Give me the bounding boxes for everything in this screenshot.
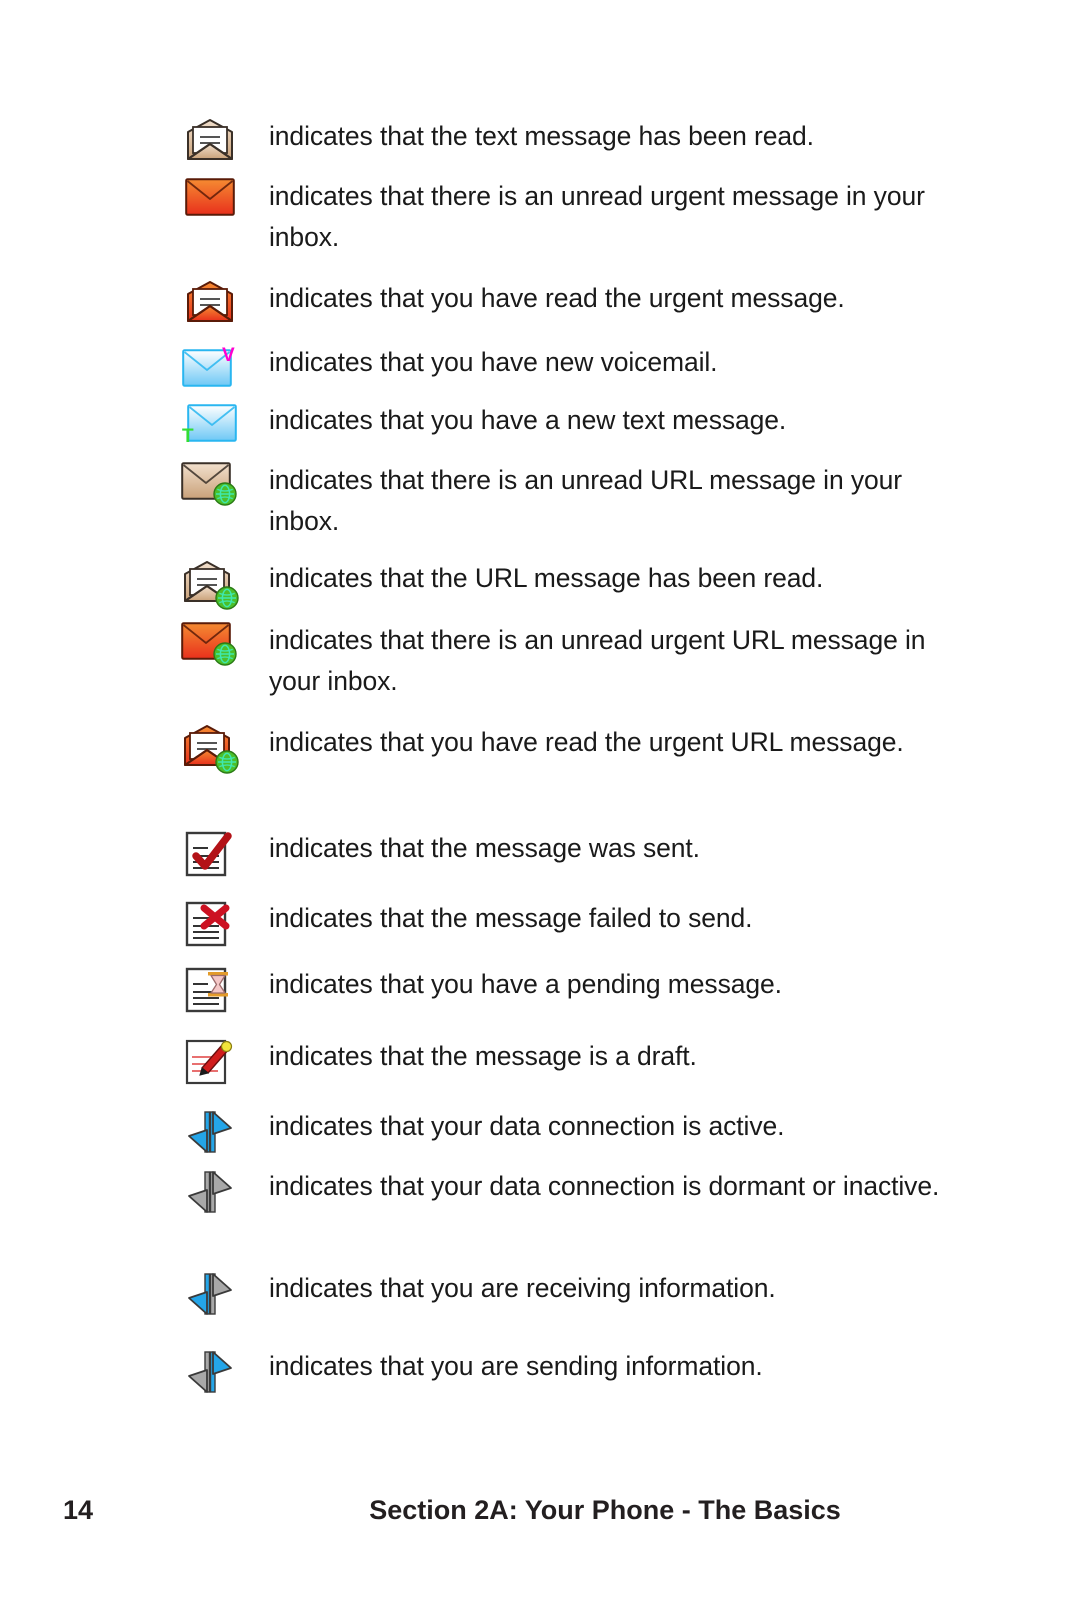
legend-row: Vindicates that you have new voicemail.: [0, 342, 1080, 388]
data-sending-icon: [155, 1346, 265, 1398]
data-connection-dormant-icon: [155, 1166, 265, 1218]
legend-row-description: indicates that you have read the urgent …: [269, 727, 904, 757]
legend-row: indicates that the text message has been…: [0, 116, 1080, 162]
legend-row-description: indicates that there is an unread URL me…: [269, 465, 903, 536]
legend-row: indicates that there is an unread urgent…: [0, 176, 1080, 258]
legend-row-description: indicates that the message failed to sen…: [269, 903, 753, 933]
legend-row: indicates that your data connection is a…: [0, 1106, 1080, 1158]
document-sent-check-icon: [155, 828, 265, 880]
legend-row-description: indicates that you have a pending messag…: [269, 969, 782, 999]
legend-row: indicates that you are receiving informa…: [0, 1268, 1080, 1320]
legend-row-description: indicates that the text message has been…: [269, 121, 814, 151]
legend-row-description: indicates that there is an unread urgent…: [269, 181, 925, 252]
data-receiving-icon: [155, 1268, 265, 1320]
legend-row-description: indicates that the message was sent.: [269, 833, 700, 863]
legend-row: indicates that the URL message has been …: [0, 558, 1080, 610]
svg-text:T: T: [182, 426, 194, 446]
envelope-open-read-icon: [155, 116, 265, 162]
legend-row-description: indicates that your data connection is a…: [269, 1111, 785, 1141]
envelope-open-url-read-icon: [155, 558, 265, 610]
legend-row: indicates that you are sending informati…: [0, 1346, 1080, 1398]
manual-page: indicates that the text message has been…: [0, 0, 1080, 1620]
legend-row-description: indicates that you have read the urgent …: [269, 283, 845, 313]
legend-row: Tindicates that you have a new text mess…: [0, 400, 1080, 446]
legend-row: indicates that you have a pending messag…: [0, 964, 1080, 1016]
page-footer: 14 Section 2A: Your Phone - The Basics: [0, 1480, 1080, 1540]
envelope-open-urgent-url-read-icon: [155, 722, 265, 774]
svg-text:V: V: [222, 345, 235, 366]
legend-row-description: indicates that you are receiving informa…: [269, 1273, 776, 1303]
legend-row: indicates that the message was sent.: [0, 828, 1080, 880]
legend-row-description: indicates that the message is a draft.: [269, 1041, 697, 1071]
envelope-voicemail-icon: V: [155, 342, 265, 388]
footer-section-title: Section 2A: Your Phone - The Basics: [369, 1494, 841, 1525]
legend-row: indicates that you have read the urgent …: [0, 278, 1080, 324]
envelope-open-urgent-read-icon: [155, 278, 265, 324]
document-draft-pencil-icon: [155, 1036, 265, 1088]
envelope-new-text-icon: T: [155, 400, 265, 446]
data-connection-active-icon: [155, 1106, 265, 1158]
legend-row: indicates that you have read the urgent …: [0, 722, 1080, 774]
legend-row: indicates that your data connection is d…: [0, 1166, 1080, 1218]
legend-row-description: indicates that you have new voicemail.: [269, 347, 718, 377]
legend-row-description: indicates that you are sending informati…: [269, 1351, 763, 1381]
envelope-closed-urgent-url-unread-icon: [155, 620, 265, 668]
document-failed-x-icon: [155, 898, 265, 950]
legend-row: indicates that the message failed to sen…: [0, 898, 1080, 950]
legend-row-description: indicates that your data connection is d…: [269, 1171, 940, 1201]
document-pending-hourglass-icon: [155, 964, 265, 1016]
legend-row: indicates that the message is a draft.: [0, 1036, 1080, 1088]
envelope-closed-url-unread-icon: [155, 460, 265, 508]
legend-row-description: indicates that the URL message has been …: [269, 563, 824, 593]
envelope-closed-urgent-unread-icon: [155, 176, 265, 216]
legend-row: indicates that there is an unread urgent…: [0, 620, 1080, 702]
legend-row: indicates that there is an unread URL me…: [0, 460, 1080, 542]
legend-row-description: indicates that you have a new text messa…: [269, 405, 787, 435]
legend-row-description: indicates that there is an unread urgent…: [269, 625, 926, 696]
